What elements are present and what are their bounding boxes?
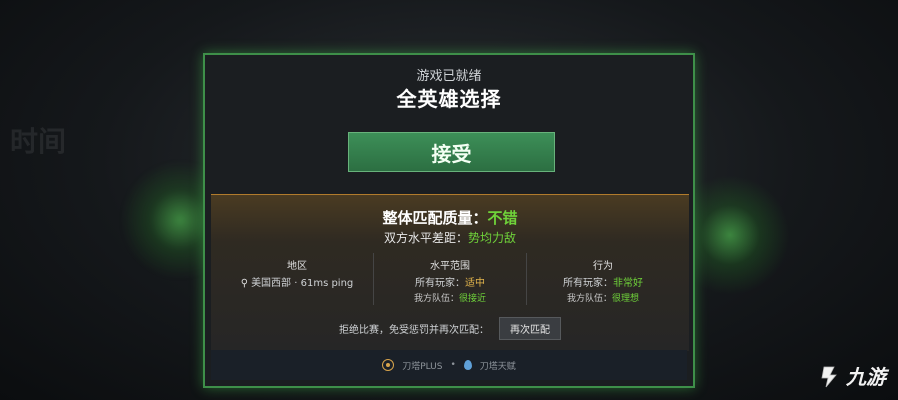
quality-label: 整体匹配质量： [382,209,488,227]
nine-game-logo-icon [821,366,837,387]
dota-plus-icon [382,359,395,371]
decline-text: 拒绝比赛，免受惩罚并再次匹配： [339,324,489,336]
ready-title: 游戏已就绪 [416,69,482,84]
background-faded-text: 时间 [10,125,67,158]
requeue-button[interactable]: 再次匹配 [499,316,561,340]
behavior-head: 行为 [593,261,613,272]
footer-second-label[interactable]: 刀塔天赋 [480,359,516,372]
location-pin-icon: ⚲ [240,278,249,289]
skill-team-label: 我方队伍： [413,294,459,304]
water-drop-icon [463,360,472,370]
footer-separator: • [450,360,456,370]
decline-row: 拒绝比赛，免受惩罚并再次匹配： 再次匹配 [211,316,689,340]
dialog-footer: 刀塔PLUS • 刀塔天赋 [211,350,687,380]
quality-value: 不错 [487,209,518,227]
skill-our-team: 我方队伍：很接近 [374,291,526,304]
behavior-team-label: 我方队伍： [566,294,612,304]
region-head: 地区 [287,261,307,272]
skill-team-value: 很接近 [459,294,487,304]
behavior-all-label: 所有玩家： [563,278,613,289]
behavior-our-team: 我方队伍：很理想 [527,291,679,304]
behavior-all-value: 非常好 [613,278,643,289]
behavior-team-value: 很理想 [612,294,640,304]
skill-range-column: 水平范围 所有玩家：适中 我方队伍：很接近 [373,253,526,305]
watermark-logo: 九游 [816,361,886,390]
match-ready-dialog: 游戏已就绪 全英雄选择 接受 整体匹配质量：不错 双方水平差距：势均力敌 地区 … [203,53,695,388]
balance-value: 势均力敌 [468,231,517,245]
balance-label: 双方水平差距： [383,231,468,245]
team-balance: 双方水平差距：势均力敌 [211,229,689,246]
skill-all-label: 所有玩家： [415,278,465,289]
match-details: 地区 ⚲ 美国西部 · 61ms ping 水平范围 所有玩家：适中 我方队伍：很… [221,253,679,305]
skill-all-value: 适中 [465,278,485,289]
accept-button[interactable]: 接受 [348,132,555,172]
region-text: 美国西部 · 61ms ping [251,278,354,289]
game-mode-title: 全英雄选择 [396,87,502,111]
behavior-column: 行为 所有玩家：非常好 我方队伍：很理想 [526,253,679,305]
overall-quality: 整体匹配质量：不错 [211,207,689,228]
dota-plus-label[interactable]: 刀塔PLUS [402,359,442,372]
region-column: 地区 ⚲ 美国西部 · 61ms ping [221,253,373,305]
watermark-logo-text: 九游 [846,365,886,389]
region-value: ⚲ 美国西部 · 61ms ping [221,274,373,289]
match-quality-panel: 整体匹配质量：不错 双方水平差距：势均力敌 地区 ⚲ 美国西部 · 61ms pi… [211,194,689,351]
skill-all-players: 所有玩家：适中 [374,274,526,289]
behavior-all-players: 所有玩家：非常好 [527,274,679,289]
skill-range-head: 水平范围 [430,261,470,272]
